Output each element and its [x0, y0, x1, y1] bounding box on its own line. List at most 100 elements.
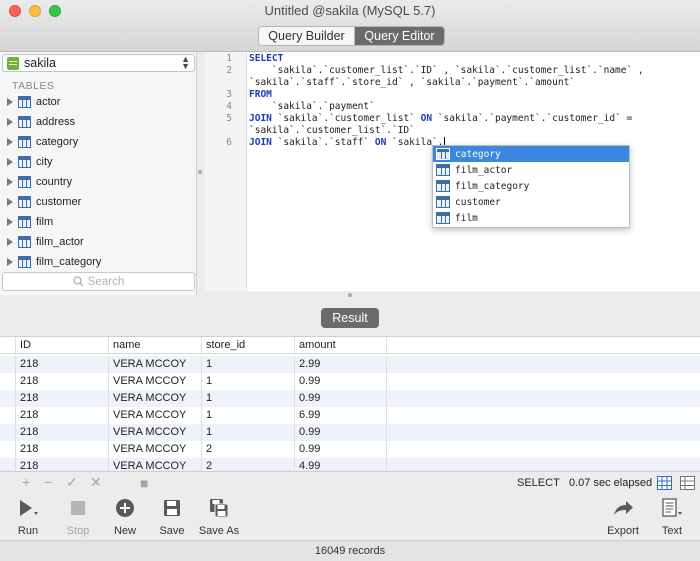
vertical-splitter-handle[interactable] [198, 170, 202, 174]
run-button[interactable]: Run [14, 497, 42, 537]
grid-view-icon[interactable] [657, 476, 672, 490]
table-row[interactable]: 218 VERA MCCOY 1 0.99 [0, 390, 700, 407]
table-row[interactable]: 218 VERA MCCOY 1 0.99 [0, 373, 700, 390]
text-label: Text [661, 525, 683, 537]
column-header[interactable]: ID [16, 337, 109, 353]
add-row-icon[interactable]: + [22, 475, 30, 489]
disclosure-triangle-icon[interactable] [7, 178, 13, 186]
remove-row-icon[interactable]: − [44, 475, 52, 489]
disclosure-triangle-icon[interactable] [7, 238, 13, 246]
tables-section-heading: TABLES [12, 80, 55, 92]
sidebar-item-actor[interactable]: actor [0, 92, 196, 112]
save-as-button[interactable]: Save As [198, 497, 240, 537]
line-number: 6 [226, 137, 232, 148]
table-row[interactable]: 218 VERA MCCOY 2 0.99 [0, 441, 700, 458]
table-cell[interactable]: 218 [16, 424, 109, 441]
row-filler [387, 424, 700, 441]
table-cell[interactable]: 218 [16, 356, 109, 373]
autocomplete-item[interactable]: film_category [433, 178, 629, 194]
table-cell[interactable]: 1 [202, 390, 295, 407]
autocomplete-label: film_category [455, 180, 530, 192]
search-icon [73, 276, 84, 287]
table-cell[interactable]: 218 [16, 407, 109, 424]
disclosure-triangle-icon[interactable] [7, 198, 13, 206]
table-search-input[interactable]: Search [2, 272, 195, 291]
table-cell[interactable]: 1 [202, 424, 295, 441]
stop-icon [71, 501, 85, 515]
new-button[interactable]: New [112, 497, 138, 537]
column-header[interactable]: store_id [202, 337, 295, 353]
text-format-button[interactable]: Text [658, 497, 686, 537]
sidebar-item-film-category[interactable]: film_category [0, 252, 196, 272]
autocomplete-item[interactable]: customer [433, 194, 629, 210]
table-row[interactable]: 218 VERA MCCOY 2 4.99 [0, 458, 700, 470]
table-cell[interactable]: 0.99 [295, 390, 387, 407]
table-cell[interactable]: 1 [202, 356, 295, 373]
table-cell[interactable]: 4.99 [295, 458, 387, 470]
disclosure-triangle-icon[interactable] [7, 118, 13, 126]
export-button[interactable]: Export [606, 497, 640, 537]
save-button[interactable]: Save [158, 497, 186, 537]
row-gutter [0, 441, 16, 458]
disclosure-triangle-icon[interactable] [7, 218, 13, 226]
horizontal-splitter-handle[interactable] [348, 293, 352, 297]
table-cell[interactable]: 218 [16, 373, 109, 390]
tab-query-editor[interactable]: Query Editor [355, 27, 444, 45]
table-cell[interactable]: VERA MCCOY [109, 458, 202, 470]
sidebar-item-city[interactable]: city [0, 152, 196, 172]
table-cell[interactable]: 0.99 [295, 373, 387, 390]
table-cell[interactable]: 2 [202, 441, 295, 458]
sidebar-item-category[interactable]: category [0, 132, 196, 152]
code-line: `sakila`.`customer_list`.`ID` [249, 125, 415, 137]
disclosure-triangle-icon[interactable] [7, 98, 13, 106]
database-select[interactable]: sakila ▲ ▼ [2, 54, 195, 72]
table-row[interactable]: 218 VERA MCCOY 1 0.99 [0, 424, 700, 441]
table-cell[interactable]: VERA MCCOY [109, 441, 202, 458]
save-label: Save [159, 525, 185, 537]
table-row[interactable]: 218 VERA MCCOY 1 2.99 [0, 356, 700, 373]
table-icon [436, 212, 450, 224]
table-cell[interactable]: 0.99 [295, 424, 387, 441]
table-cell[interactable]: 218 [16, 458, 109, 470]
disclosure-triangle-icon[interactable] [7, 258, 13, 266]
sidebar-item-country[interactable]: country [0, 172, 196, 192]
disclosure-triangle-icon[interactable] [7, 138, 13, 146]
column-header[interactable]: amount [295, 337, 387, 353]
sidebar-item-film[interactable]: film [0, 212, 196, 232]
sidebar-item-address[interactable]: address [0, 112, 196, 132]
commit-icon[interactable]: ✓ [66, 475, 78, 489]
table-name: film [36, 216, 54, 228]
share-arrow-icon [614, 501, 633, 515]
table-name: country [36, 176, 73, 188]
table-cell[interactable]: 6.99 [295, 407, 387, 424]
sidebar-item-customer[interactable]: customer [0, 192, 196, 212]
table-cell[interactable]: VERA MCCOY [109, 424, 202, 441]
table-cell[interactable]: 218 [16, 390, 109, 407]
discard-icon[interactable]: ✕ [90, 475, 102, 489]
sidebar-item-film-actor[interactable]: film_actor [0, 232, 196, 252]
result-button[interactable]: Result [321, 308, 379, 328]
table-cell[interactable]: VERA MCCOY [109, 373, 202, 390]
table-cell[interactable]: 0.99 [295, 441, 387, 458]
autocomplete-item[interactable]: film [433, 210, 629, 226]
run-label: Run [17, 525, 39, 537]
table-row[interactable]: 218 VERA MCCOY 1 6.99 [0, 407, 700, 424]
table-cell[interactable]: 1 [202, 373, 295, 390]
stop-edit-icon[interactable]: ■ [140, 476, 148, 490]
table-cell[interactable]: VERA MCCOY [109, 356, 202, 373]
table-cell[interactable]: VERA MCCOY [109, 407, 202, 424]
line-number: 5 [226, 113, 232, 124]
autocomplete-item[interactable]: film_actor [433, 162, 629, 178]
table-cell[interactable]: 2 [202, 458, 295, 470]
table-cell[interactable]: VERA MCCOY [109, 390, 202, 407]
table-cell[interactable]: 1 [202, 407, 295, 424]
tab-query-builder[interactable]: Query Builder [259, 27, 355, 45]
table-cell[interactable]: 2.99 [295, 356, 387, 373]
disclosure-triangle-icon[interactable] [7, 158, 13, 166]
autocomplete-item[interactable]: category [433, 146, 629, 162]
table-cell[interactable]: 218 [16, 441, 109, 458]
form-view-icon[interactable] [680, 476, 695, 490]
stop-button[interactable]: Stop [64, 497, 92, 537]
elapsed-time: 0.07 sec elapsed [569, 477, 653, 489]
column-header[interactable]: name [109, 337, 202, 353]
